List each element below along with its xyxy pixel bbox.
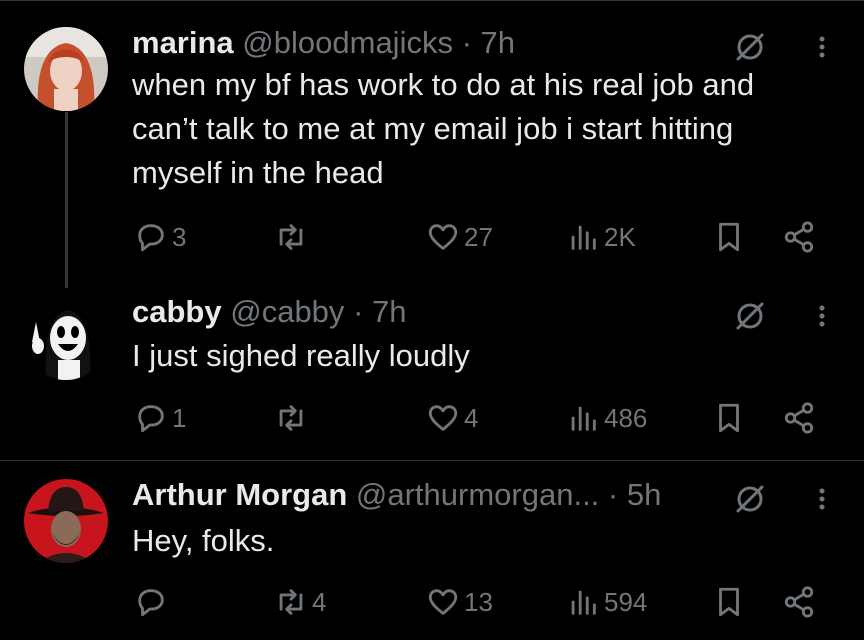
reply-button[interactable]: 1 <box>134 398 186 438</box>
display-name[interactable]: Arthur Morgan <box>132 477 347 512</box>
like-count: 4 <box>464 402 479 433</box>
like-count: 13 <box>464 586 493 617</box>
tweet-text-line: I just sighed really loudly <box>132 338 470 373</box>
avatar-cabby[interactable] <box>24 296 108 380</box>
views-button[interactable]: 486 <box>566 398 647 438</box>
tweet-header: cabby @cabby · 7h <box>132 292 406 332</box>
avatar-marina[interactable] <box>24 27 108 111</box>
reply-icon <box>138 405 164 433</box>
reply-button[interactable] <box>134 582 172 622</box>
more-icon[interactable] <box>816 300 828 332</box>
action-bar: 4 13 594 <box>0 582 864 622</box>
tweet-header: marina @bloodmajicks · 7h <box>132 23 515 63</box>
thread-connector <box>65 112 68 288</box>
more-icon[interactable] <box>816 31 828 63</box>
like-button[interactable]: 13 <box>426 582 493 622</box>
bookmark-button[interactable] <box>712 582 746 622</box>
share-button[interactable] <box>782 582 816 622</box>
timestamp[interactable]: · 7h <box>353 294 406 329</box>
repost-icon <box>279 405 303 431</box>
views-icon <box>571 225 596 250</box>
reply-button[interactable]: 3 <box>134 217 186 257</box>
tweet-header: Arthur Morgan @arthurmorgan... · 5h <box>132 475 661 515</box>
repost-button[interactable] <box>274 217 312 257</box>
views-count: 486 <box>604 402 648 433</box>
handle[interactable]: @cabby <box>230 294 344 329</box>
more-icon[interactable] <box>816 483 828 515</box>
like-button[interactable]: 4 <box>426 398 478 438</box>
tweet-text-line: when my bf has work to do at his real jo… <box>132 67 755 102</box>
like-icon <box>428 589 458 615</box>
share-icon <box>784 402 814 434</box>
display-name[interactable]: cabby <box>132 294 222 329</box>
repost-button[interactable]: 4 <box>274 582 326 622</box>
views-count: 2K <box>604 221 636 252</box>
top-divider <box>0 0 864 1</box>
bookmark-icon <box>719 222 739 252</box>
grok-icon[interactable] <box>734 300 766 332</box>
tweet-divider <box>0 460 864 461</box>
like-count: 27 <box>464 221 493 252</box>
views-button[interactable]: 2K <box>566 217 636 257</box>
share-button[interactable] <box>782 217 816 257</box>
repost-icon <box>279 224 303 250</box>
bookmark-icon <box>719 403 739 433</box>
tweet-text-line: can’t talk to me at my email job i start… <box>132 111 734 146</box>
repost-count: 4 <box>312 586 327 617</box>
grok-icon[interactable] <box>734 483 766 515</box>
tweet-text: Hey, folks. <box>132 519 832 563</box>
share-button[interactable] <box>782 398 816 438</box>
tweet-text-line: Hey, folks. <box>132 523 275 558</box>
reply-count: 3 <box>172 221 187 252</box>
timestamp[interactable]: · 7h <box>462 25 515 60</box>
tweet-text: I just sighed really loudly <box>132 334 832 378</box>
handle[interactable]: @arthurmorgan... <box>356 477 599 512</box>
like-icon <box>428 224 458 250</box>
like-icon <box>428 405 458 431</box>
views-button[interactable]: 594 <box>566 582 647 622</box>
display-name[interactable]: marina <box>132 25 234 60</box>
views-count: 594 <box>604 586 648 617</box>
action-bar: 1 4 486 <box>0 398 864 438</box>
reply-icon <box>138 224 164 252</box>
bookmark-icon <box>719 587 739 617</box>
tweet-text: when my bf has work to do at his real jo… <box>132 63 832 195</box>
bookmark-button[interactable] <box>712 398 746 438</box>
views-icon <box>571 406 596 431</box>
like-button[interactable]: 27 <box>426 217 493 257</box>
share-icon <box>784 586 814 618</box>
action-bar: 3 27 2K <box>0 217 864 257</box>
views-icon <box>571 590 596 615</box>
avatar-arthur-morgan[interactable] <box>24 479 108 563</box>
repost-button[interactable] <box>274 398 312 438</box>
bookmark-button[interactable] <box>712 217 746 257</box>
share-icon <box>784 221 814 253</box>
grok-icon[interactable] <box>734 31 766 63</box>
timestamp[interactable]: · 5h <box>608 477 661 512</box>
reply-icon <box>138 589 164 617</box>
repost-icon <box>279 589 303 615</box>
tweet-text-line: myself in the head <box>132 155 384 190</box>
reply-count: 1 <box>172 402 187 433</box>
handle[interactable]: @bloodmajicks <box>242 25 453 60</box>
